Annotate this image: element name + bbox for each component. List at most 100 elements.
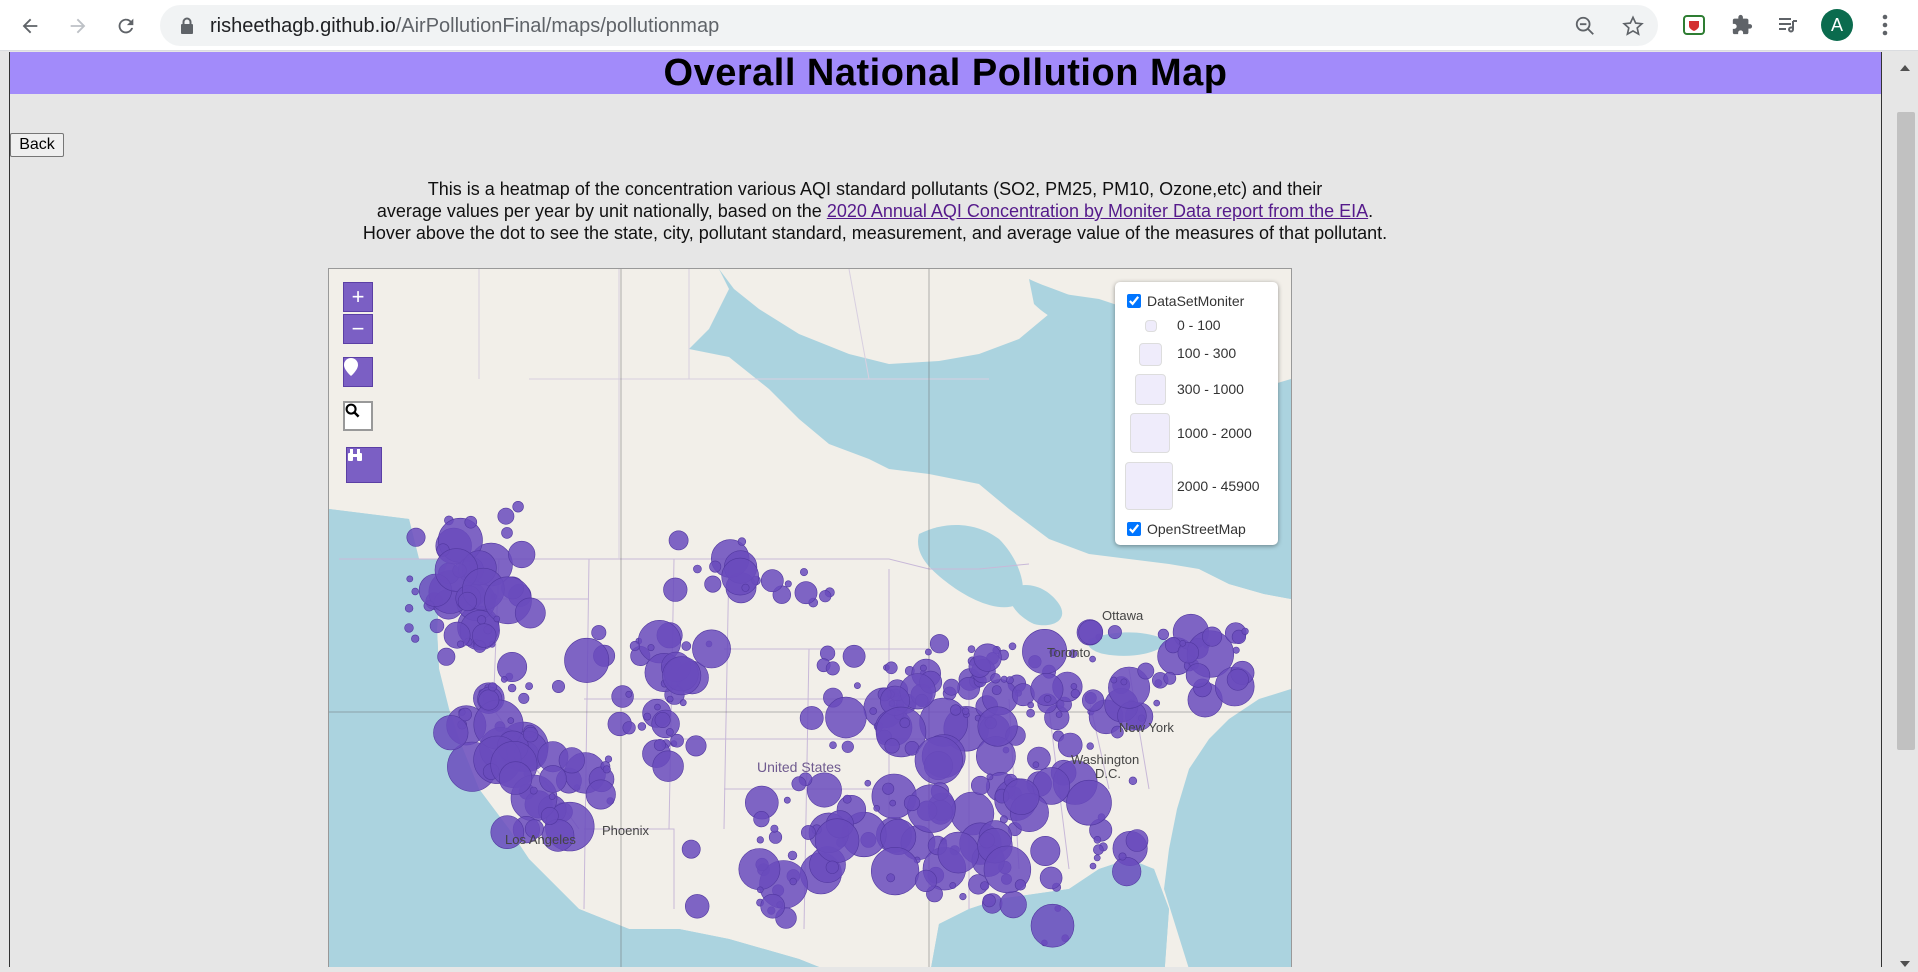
pollution-marker[interactable] — [665, 728, 674, 736]
pollution-marker[interactable] — [937, 831, 980, 874]
pollution-marker[interactable] — [1006, 676, 1014, 685]
pollution-marker[interactable] — [1137, 662, 1155, 680]
pollution-marker[interactable] — [498, 761, 533, 795]
pollution-marker[interactable] — [784, 580, 792, 588]
pollution-marker[interactable] — [643, 712, 652, 721]
scrollbar-thumb[interactable] — [1897, 112, 1915, 750]
pollution-marker[interactable] — [829, 741, 837, 750]
pollution-marker[interactable] — [518, 692, 530, 704]
locate-marker-button[interactable] — [343, 357, 373, 387]
pollution-marker[interactable] — [806, 772, 842, 808]
dataset-layer-checkbox[interactable] — [1127, 294, 1141, 308]
legend-layer-dataset[interactable]: DataSetMoniter — [1127, 293, 1244, 309]
pollution-marker[interactable] — [501, 527, 513, 539]
pollution-marker[interactable] — [1089, 862, 1097, 870]
pollution-marker[interactable] — [884, 661, 898, 675]
pollution-marker[interactable] — [709, 560, 722, 573]
pollution-marker[interactable] — [500, 676, 508, 683]
pollution-marker[interactable] — [903, 794, 921, 812]
pollution-marker[interactable] — [1039, 866, 1063, 890]
pollution-marker[interactable] — [512, 501, 524, 513]
pollution-marker[interactable] — [670, 733, 684, 748]
search-button[interactable] — [343, 401, 373, 431]
pollution-marker[interactable] — [864, 779, 872, 787]
pollution-marker[interactable] — [654, 711, 671, 728]
pollution-marker[interactable] — [999, 890, 1027, 919]
pollution-marker[interactable] — [552, 679, 566, 693]
pollution-marker[interactable] — [663, 577, 688, 602]
pollution-marker[interactable] — [1032, 761, 1040, 769]
pollution-marker[interactable] — [842, 794, 852, 804]
pollution-marker[interactable] — [986, 773, 994, 781]
address-bar[interactable]: risheethagb.github.io/AirPollutionFinal/… — [160, 5, 1658, 46]
pollution-marker[interactable] — [967, 645, 976, 654]
pollution-marker[interactable] — [760, 569, 784, 593]
pollution-marker[interactable] — [800, 825, 816, 840]
pollution-marker[interactable] — [692, 629, 731, 669]
pollution-marker[interactable] — [681, 839, 701, 859]
pollution-marker[interactable] — [654, 703, 661, 711]
pollution-marker[interactable] — [1226, 668, 1249, 691]
pollution-marker[interactable] — [666, 695, 674, 703]
pollution-marker[interactable] — [1232, 646, 1240, 654]
pollution-marker[interactable] — [1003, 778, 1040, 815]
pollution-marker[interactable] — [411, 634, 420, 643]
pollution-marker[interactable] — [738, 848, 781, 891]
pollution-marker[interactable] — [756, 886, 764, 894]
pollution-marker[interactable] — [540, 807, 559, 825]
pollution-marker[interactable] — [889, 799, 897, 807]
pollution-marker[interactable] — [950, 704, 962, 716]
forward-arrow-icon[interactable] — [61, 9, 95, 43]
pollution-marker[interactable] — [622, 721, 636, 735]
pollution-marker[interactable] — [1055, 711, 1063, 718]
pollution-marker[interactable] — [464, 515, 478, 529]
pollution-marker[interactable] — [457, 591, 477, 612]
pollution-marker[interactable] — [1026, 708, 1035, 718]
media-queue-icon[interactable] — [1775, 12, 1801, 38]
pollution-marker[interactable] — [604, 755, 613, 763]
bookmark-star-icon[interactable] — [1621, 14, 1645, 38]
pollution-marker[interactable] — [523, 726, 539, 743]
pollution-marker[interactable] — [685, 894, 710, 919]
pollution-marker[interactable] — [741, 583, 750, 592]
pollution-marker[interactable] — [1086, 742, 1094, 750]
pollution-marker[interactable] — [1030, 903, 1075, 948]
pollution-marker[interactable] — [1107, 625, 1122, 640]
pollution-marker[interactable] — [1202, 626, 1223, 647]
pollution-marker[interactable] — [1185, 663, 1211, 688]
pollution-marker[interactable] — [1153, 699, 1161, 707]
pollution-marker[interactable] — [1179, 639, 1187, 647]
pollution-marker[interactable] — [1027, 701, 1035, 709]
pollution-marker[interactable] — [625, 690, 633, 698]
pollution-marker[interactable] — [1066, 779, 1112, 826]
pollution-marker[interactable] — [914, 736, 963, 785]
pollution-marker[interactable] — [404, 604, 414, 613]
pollution-marker[interactable] — [1110, 676, 1118, 684]
legend-layer-osm[interactable]: OpenStreetMap — [1127, 521, 1246, 537]
pollution-marker[interactable] — [564, 637, 610, 683]
pollution-marker[interactable] — [1030, 835, 1061, 866]
pollution-marker[interactable] — [647, 644, 655, 652]
pollution-marker[interactable] — [539, 765, 567, 793]
pollution-marker[interactable] — [662, 656, 702, 696]
pollution-marker[interactable] — [1093, 835, 1102, 844]
pollution-marker[interactable] — [721, 557, 760, 596]
pollution-marker[interactable] — [869, 707, 878, 715]
extensions-puzzle-icon[interactable] — [1729, 12, 1755, 38]
pollution-marker[interactable] — [825, 696, 867, 739]
pollution-marker[interactable] — [525, 682, 533, 690]
pollution-marker[interactable] — [404, 623, 414, 633]
pollution-marker[interactable] — [1081, 689, 1105, 712]
pollution-marker[interactable] — [949, 882, 957, 889]
pollution-marker[interactable] — [990, 673, 1001, 684]
pollution-marker[interactable] — [973, 643, 1002, 672]
pollution-marker[interactable] — [457, 640, 465, 648]
pollution-marker[interactable] — [753, 810, 770, 828]
pollution-marker[interactable] — [1070, 683, 1078, 690]
pollution-marker[interactable] — [488, 682, 498, 692]
pollution-marker[interactable] — [478, 689, 500, 711]
pollution-marker[interactable] — [406, 575, 414, 583]
pollution-marker[interactable] — [820, 645, 836, 661]
find-binoculars-button[interactable] — [346, 447, 382, 483]
pollution-marker[interactable] — [679, 699, 687, 707]
